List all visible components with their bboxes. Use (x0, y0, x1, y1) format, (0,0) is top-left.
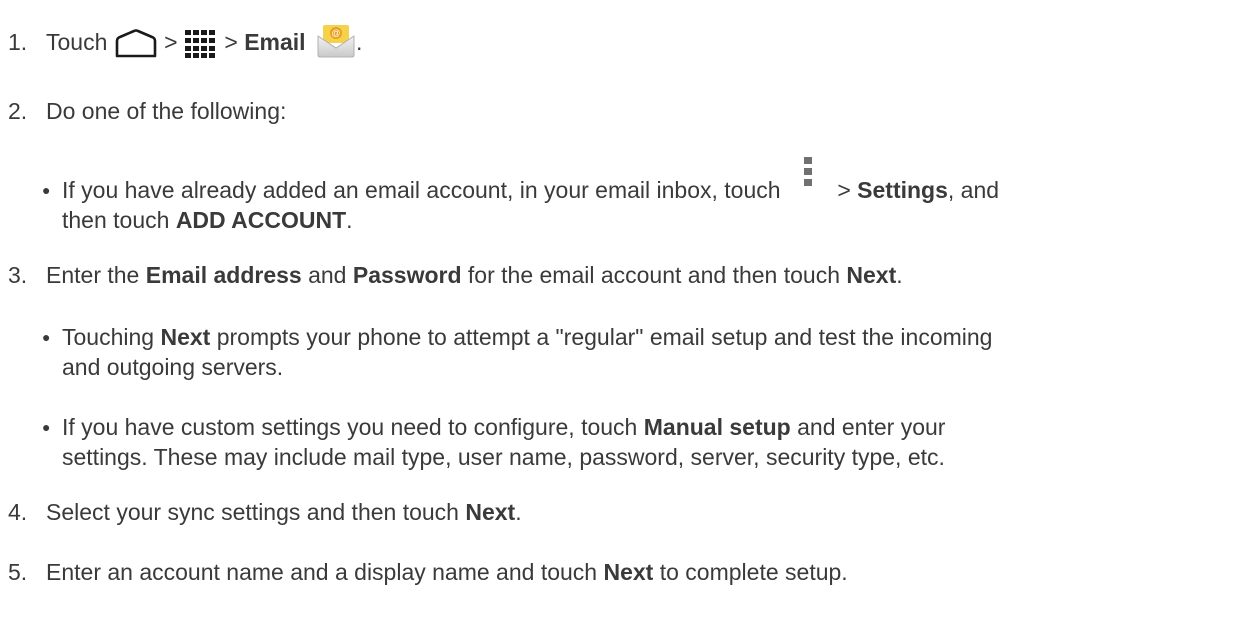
step-text: Enter the Email address and Password for… (46, 260, 903, 290)
instruction-text: for the email account and then touch (467, 262, 840, 288)
apps-grid-icon (184, 29, 215, 58)
step-text: Enter an account name and a display name… (46, 557, 848, 587)
step-text: Do one of the following: (46, 98, 287, 124)
instruction-text: Touch (46, 29, 108, 55)
step-number: 2. (8, 98, 28, 124)
bullet-dot: ● (42, 419, 51, 435)
instruction-text: Enter an account name and a display name… (46, 559, 598, 585)
bullet-text-line-1: Touching Next prompts your phone to atte… (62, 322, 992, 352)
next-label: Next (846, 262, 897, 288)
punctuation: . (355, 29, 363, 55)
instruction-text: , and (947, 177, 1000, 203)
punctuation: . (515, 499, 522, 525)
next-label: Next (603, 559, 654, 585)
svg-text:@: @ (331, 28, 340, 38)
next-label: Next (465, 499, 516, 525)
bullet-dot: ● (42, 182, 51, 198)
punctuation: . (346, 207, 353, 233)
step-number: 5. (8, 559, 28, 585)
bullet-text-line-2: and outgoing servers. (62, 352, 283, 382)
step-number: 4. (8, 499, 28, 525)
step-number: 3. (8, 262, 28, 288)
instruction-text: and enter your (797, 414, 946, 440)
password-label: Password (352, 262, 462, 288)
instruction-text: then touch (62, 207, 170, 233)
bullet-text-line-2: settings. These may include mail type, u… (62, 442, 945, 472)
instruction-text: Enter the (46, 262, 140, 288)
instruction-text: If you have custom settings you need to … (62, 414, 638, 440)
instruction-text: and (308, 262, 347, 288)
step-text: Select your sync settings and then touch… (46, 497, 522, 527)
instruction-text: to complete setup. (659, 559, 848, 585)
bullet-text-line-1: If you have custom settings you need to … (62, 412, 945, 442)
bullet-dot: ● (42, 329, 51, 345)
instruction-text: prompts your phone to attempt a "regular… (216, 324, 993, 350)
bullet-text-line-1: If you have already added an email accou… (62, 156, 1000, 205)
punctuation: . (896, 262, 903, 288)
email-address-label: Email address (145, 262, 302, 288)
instruction-text: Touching (62, 324, 155, 350)
separator: > (164, 29, 178, 55)
step-text: Touch > > Email @ . (46, 24, 363, 59)
instruction-text: If you have already added an email accou… (62, 177, 781, 203)
instruction-text: Select your sync settings and then touch (46, 499, 459, 525)
separator: > (837, 177, 851, 203)
add-account-label: ADD ACCOUNT (175, 207, 347, 233)
email-label: Email (244, 29, 306, 55)
home-icon (115, 29, 157, 58)
instruction-text: and outgoing servers. (62, 354, 284, 380)
instruction-text: settings. These may include mail type, u… (62, 444, 945, 470)
next-label: Next (160, 324, 211, 350)
email-app-icon: @ (317, 24, 355, 58)
separator: > (224, 29, 238, 55)
bullet-text-line-2: then touch ADD ACCOUNT. (62, 205, 353, 235)
step-number: 1. (8, 29, 28, 55)
menu-more-icon (803, 156, 812, 186)
settings-label: Settings (857, 177, 948, 203)
manual-setup-label: Manual setup (643, 414, 791, 440)
